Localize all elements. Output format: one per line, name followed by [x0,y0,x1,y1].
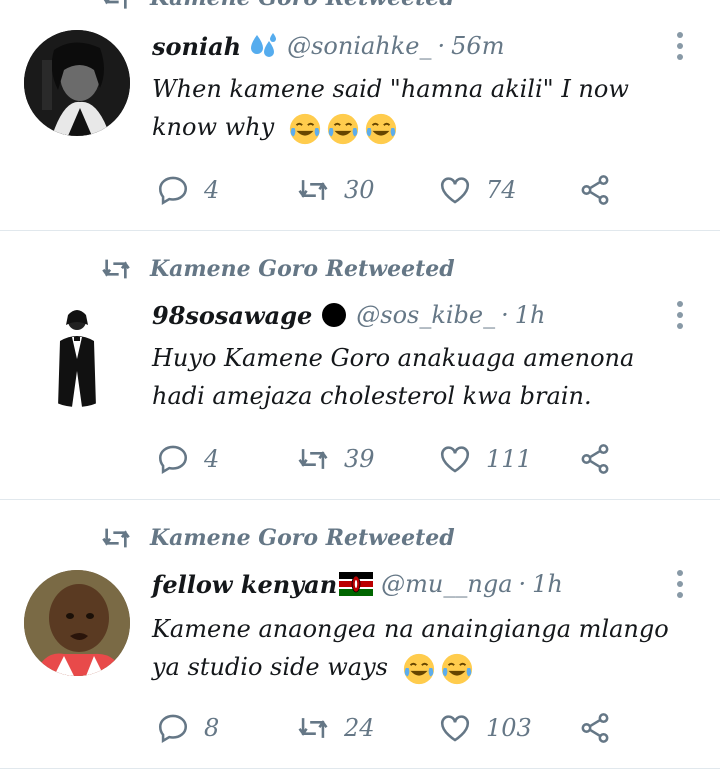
separator-dot: · [518,570,527,598]
reply-button[interactable]: 4 [156,170,219,210]
reply-icon [158,176,188,205]
retweet-icon [102,259,130,279]
timeline-feed: Kamene Goro Retweeted soniah @soniahke_ … [0,0,720,777]
kenya-flag-icon [339,572,374,596]
more-dot [677,570,683,576]
tweet-header: 98sosawage @sos_kibe_ · 1h [152,297,546,333]
more-dot [677,43,683,49]
more-options-button[interactable] [668,30,692,62]
more-dot [677,301,683,307]
avatar[interactable] [24,570,130,676]
heart-icon [440,715,470,742]
tweet-header: fellow kenyan @mu__nga · 1h [152,566,563,602]
tweet-text: Kamene anaongea na anaingianga mlango ya… [152,610,692,686]
reply-icon [158,445,188,474]
heart-icon [440,177,470,204]
retweeted-by-label: Kamene Goro Retweeted [150,256,455,282]
share-button[interactable] [578,708,612,748]
share-icon [581,175,609,205]
tweet-actions: 8 24 103 [156,708,626,748]
display-name[interactable]: fellow kenyan [152,570,337,599]
more-dot [677,581,683,587]
tweet-actions: 4 30 74 [156,170,626,210]
retweet-count: 30 [344,176,375,204]
tears-of-joy-icon [441,653,472,684]
separator-dot: · [501,301,509,329]
sweat-droplets-icon [249,31,279,61]
like-count: 111 [486,445,532,473]
heart-icon [440,446,470,473]
retweeted-by-line[interactable]: Kamene Goro Retweeted [100,522,455,554]
tweet-header: soniah @soniahke_ · 56m [152,28,504,64]
tweet-text: Huyo Kamene Goro anakuaga amenona hadi a… [152,339,692,415]
tweet[interactable]: Kamene Goro Retweeted 98sosawage @sos_ki… [0,231,720,499]
retweet-count: 39 [344,445,375,473]
user-handle[interactable]: @soniahke_ [287,32,431,60]
share-icon [581,713,609,743]
like-button[interactable]: 111 [438,439,532,479]
tears-of-joy-icon [289,113,320,144]
tweet-text: When kamene said "hamna akili" I now kno… [152,70,692,146]
more-dot [677,54,683,60]
tweet[interactable]: soniah @soniahke_ · 56m When kamene said… [0,0,720,230]
retweet-count: 24 [344,714,375,742]
like-button[interactable]: 103 [438,708,532,748]
tweet-text-content: Huyo Kamene Goro anakuaga amenona hadi a… [152,344,635,410]
reply-icon [158,714,188,743]
separator-dot: · [437,32,446,60]
user-handle[interactable]: @sos_kibe_ [356,301,495,329]
tears-of-joy-icon [403,653,434,684]
reply-count: 8 [204,714,220,742]
tears-of-joy-icon [365,113,396,144]
more-dot [677,323,683,329]
timestamp[interactable]: 1h [532,570,563,598]
more-dot [677,32,683,38]
avatar[interactable] [24,301,130,407]
like-count: 74 [486,176,517,204]
avatar[interactable] [24,30,130,136]
share-button[interactable] [578,439,612,479]
timestamp[interactable]: 56m [451,32,504,60]
more-dot [677,312,683,318]
display-name[interactable]: soniah [152,32,241,61]
user-handle[interactable]: @mu__nga [381,570,512,598]
tweet-actions: 4 39 111 [156,439,626,479]
reply-count: 4 [204,176,220,204]
reply-count: 4 [204,445,220,473]
retweet-button[interactable]: 39 [296,439,375,479]
tweet[interactable]: Kamene Goro Retweeted fellow kenyan @mu_… [0,500,720,768]
divider [0,768,720,769]
more-options-button[interactable] [668,568,692,600]
more-dot [677,592,683,598]
timestamp[interactable]: 1h [515,301,546,329]
retweet-icon [102,528,130,548]
retweet-button[interactable]: 24 [296,708,375,748]
reply-button[interactable]: 8 [156,708,219,748]
retweeted-by-label: Kamene Goro Retweeted [150,525,455,551]
emoji-row [288,112,398,146]
retweet-icon [298,718,328,738]
share-icon [581,444,609,474]
emoji-row [402,652,474,686]
like-button[interactable]: 74 [438,170,517,210]
reply-button[interactable]: 4 [156,439,219,479]
retweet-icon [298,180,328,200]
like-count: 103 [486,714,532,742]
more-options-button[interactable] [668,299,692,331]
retweeted-by-line[interactable]: Kamene Goro Retweeted [100,253,455,285]
share-button[interactable] [578,170,612,210]
display-name[interactable]: 98sosawage [152,301,312,330]
retweet-icon [298,449,328,469]
tears-of-joy-icon [327,113,358,144]
retweet-button[interactable]: 30 [296,170,375,210]
black-circle-icon [320,301,348,329]
